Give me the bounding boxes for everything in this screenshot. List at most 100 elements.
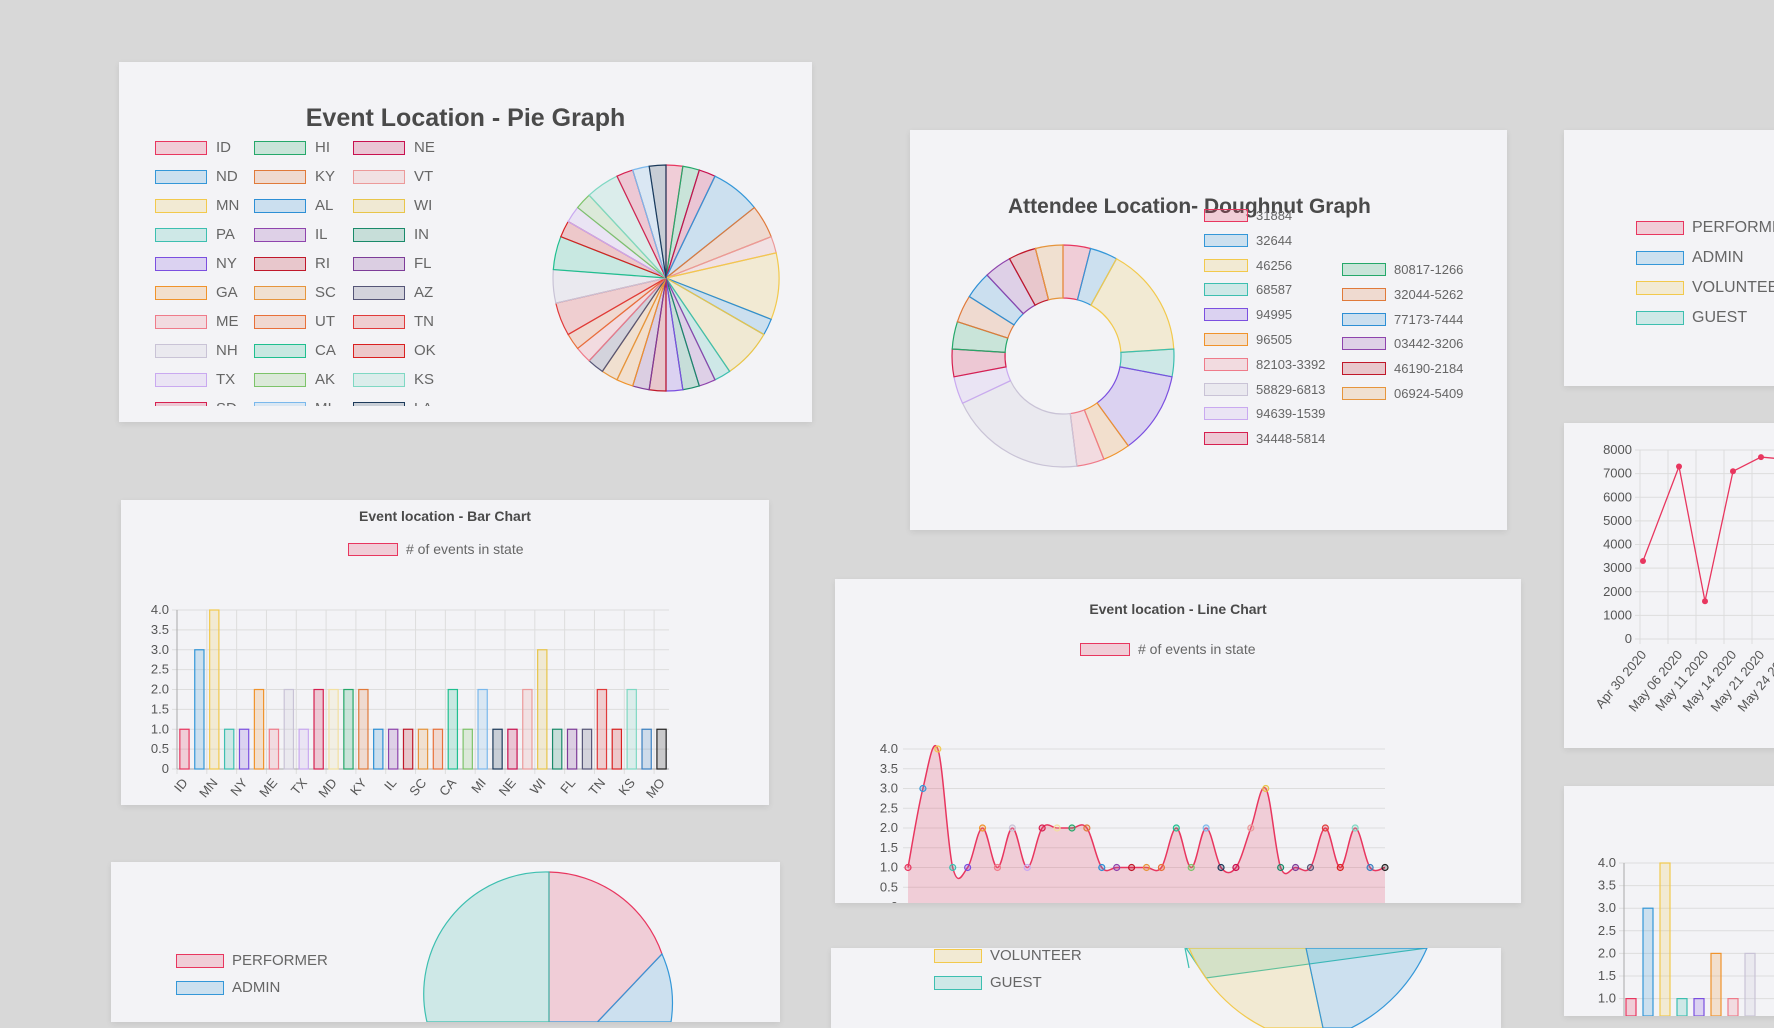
line-point-ks[interactable] [1351,824,1359,832]
bar-sd[interactable] [313,688,324,770]
legend-swatch [1636,221,1684,235]
bar-ak[interactable] [462,728,473,770]
line-point-ny[interactable] [964,863,972,872]
y-tick-label: 5000 [1603,513,1632,528]
date-line-point[interactable] [1702,598,1708,605]
line-point-ok[interactable] [1336,863,1344,872]
line-point-sc[interactable] [1142,863,1151,872]
line-point-ne[interactable] [1232,863,1240,872]
pie-slice-volunteer [1188,948,1324,1028]
bar-tn[interactable] [596,688,608,770]
bar-ca[interactable] [447,688,459,770]
role-legend-item-admin[interactable]: ADMIN [1636,249,1744,267]
line-point-il[interactable] [1113,863,1121,872]
line-point-sd[interactable] [1038,824,1046,832]
bar-nh[interactable] [283,688,295,770]
y-tick-label: 4.0 [880,741,898,756]
bar-ks[interactable] [626,688,637,770]
line-point-de[interactable] [1217,863,1225,872]
bar-sc[interactable] [417,728,429,770]
line-point-ri[interactable] [1127,863,1136,872]
right-bar[interactable] [1659,862,1671,1016]
bar-ky[interactable] [358,688,369,770]
x-tick-label: ID [171,775,191,795]
line-point-vt[interactable] [1247,824,1255,832]
line-point-mo[interactable] [1381,863,1389,872]
line-point-tn[interactable] [1321,824,1329,832]
line-point-mn[interactable] [934,745,942,753]
bar-md[interactable] [328,688,339,770]
bar-wi[interactable] [537,649,548,770]
bar-la[interactable] [641,728,652,770]
line-point-wi[interactable] [1262,784,1270,793]
y-tick-label: 2000 [1603,584,1632,599]
bar-id[interactable] [179,728,190,770]
legend-swatch [1636,281,1684,295]
x-tick-label: SC [406,775,429,798]
bar-hi[interactable] [343,688,354,770]
legend-swatch [1636,311,1684,325]
line-point-ak[interactable] [1187,863,1195,872]
date-line-point[interactable] [1758,454,1764,461]
bar-az[interactable] [581,728,593,770]
line-point-la[interactable] [1366,863,1374,872]
line-point-ga[interactable] [978,824,987,832]
bar-vt[interactable] [522,688,533,770]
line-point-md[interactable] [1053,824,1061,832]
date-line-point[interactable] [1676,463,1682,470]
bar-ri[interactable] [402,728,414,770]
line-point-ut[interactable] [1157,863,1166,872]
y-tick-label: 4.0 [151,602,169,617]
bar-il[interactable] [387,728,399,770]
bar-nd[interactable] [194,649,205,770]
right-bar[interactable] [1727,998,1739,1016]
pie-chart-card: Event Location - Pie Graph ID HI NE ND KY VT M… [119,62,812,422]
bar-tx[interactable] [298,728,309,770]
bar-pa[interactable] [223,728,235,770]
right-bar[interactable] [1625,998,1637,1016]
x-tick-label: CA [436,775,459,799]
legend-label: GUEST [1692,309,1748,326]
bar-ga[interactable] [253,688,265,770]
line-point-fl[interactable] [1291,863,1300,872]
bar-fl[interactable] [566,728,578,770]
line-point-pa[interactable] [949,863,957,872]
line-point-nh[interactable] [1008,824,1016,832]
bar-ut[interactable] [432,728,444,770]
bar-chart-card: Event location - Bar Chart # of events i… [121,500,769,805]
date-line-point[interactable] [1730,468,1736,475]
bar-mo[interactable] [656,728,667,770]
role-legend-item-guest[interactable]: GUEST [1636,309,1747,327]
line-point-al[interactable] [1098,863,1106,872]
line-point-mi[interactable] [1202,824,1210,832]
x-tick-label: MD [315,775,339,800]
right-bar[interactable] [1693,998,1705,1016]
bar-al[interactable] [373,728,384,770]
line-point-ca[interactable] [1172,824,1180,832]
line-point-ky[interactable] [1083,824,1091,832]
line-point-hi[interactable] [1068,824,1076,832]
bar-ok[interactable] [611,728,623,770]
y-tick-label: 3.0 [1598,900,1616,915]
line-point-id[interactable] [904,863,912,872]
right-bar[interactable] [1710,952,1722,1016]
bar-in[interactable] [551,728,563,770]
bar-mn[interactable] [209,609,220,770]
bar-me[interactable] [268,728,280,770]
x-tick-label: ME [256,775,280,800]
line-point-nd[interactable] [919,784,927,793]
bar-ny[interactable] [238,728,250,770]
y-tick-label: 1.5 [151,701,169,716]
line-point-me[interactable] [993,863,1002,872]
right-bar[interactable] [1744,952,1756,1016]
role-legend-item-volunteer[interactable]: VOLUNTEER [1636,279,1774,297]
date-line-point[interactable] [1640,558,1646,565]
role-legend-item-performer[interactable]: PERFORMER [1636,219,1774,237]
line-point-az[interactable] [1306,863,1315,872]
right-bar[interactable] [1676,998,1688,1016]
line-point-tx[interactable] [1023,863,1031,872]
bar-ne[interactable] [507,728,518,770]
bar-mi[interactable] [477,688,488,770]
bar-de[interactable] [492,728,503,770]
line-point-in[interactable] [1277,863,1285,872]
